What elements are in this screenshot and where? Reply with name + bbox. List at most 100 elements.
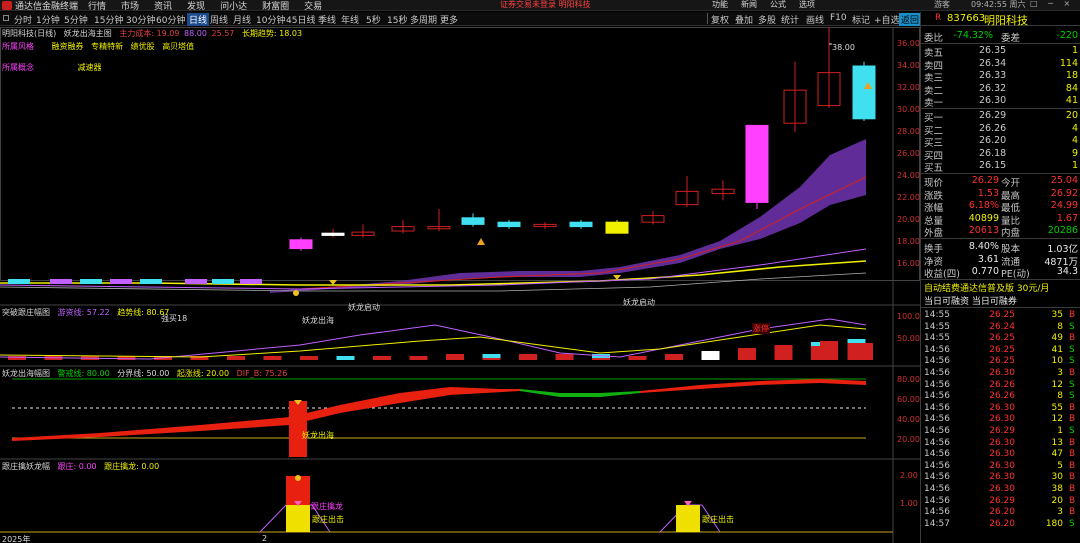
- period-60min[interactable]: 60分钟: [156, 13, 185, 26]
- promo-line[interactable]: 自动结费通达信普及版 30元/月: [924, 281, 1049, 294]
- tool-duogu[interactable]: 多股: [758, 13, 776, 26]
- bid-volume: 20: [1065, 110, 1078, 121]
- panel4-l2: 跟庄擒龙: 0.00: [104, 462, 160, 471]
- tick-side: S: [1069, 518, 1075, 529]
- tick-volume: 30: [1051, 472, 1063, 483]
- ask-row: 卖一 26.30 41: [921, 95, 1080, 109]
- tool-diejia[interactable]: 叠加: [735, 13, 753, 26]
- p2-bar: [665, 354, 683, 360]
- ask-volume: 84: [1065, 82, 1078, 94]
- divider: [921, 238, 1080, 239]
- tick-price: 26.30: [989, 484, 1015, 494]
- margin-line: 当日可融资 当日可融券: [924, 297, 1017, 307]
- period-15sec[interactable]: 15秒: [387, 13, 407, 26]
- tick-row: 14:55 26.25 35 B: [921, 310, 1080, 321]
- period-year[interactable]: 年线: [341, 13, 359, 26]
- tick-volume: 20: [1051, 495, 1063, 506]
- period-weekly[interactable]: 周线: [210, 13, 228, 26]
- menu-item-caifuquan[interactable]: 财富圈: [262, 0, 289, 12]
- menu-item-gongneng[interactable]: 功能: [712, 0, 728, 10]
- menu-item-shichang[interactable]: 市场: [121, 0, 139, 12]
- tag-style-label: 所属风格: [2, 42, 34, 51]
- menu-item-xinwen[interactable]: 新闻: [741, 0, 757, 10]
- bid-volume: 1: [1071, 160, 1078, 172]
- ask-price: 26.34: [979, 57, 1007, 69]
- candle-body: [497, 221, 521, 228]
- period-monthly[interactable]: 月线: [233, 13, 251, 26]
- main-chart-layer: [0, 22, 876, 296]
- tick-volume: 180: [1045, 518, 1063, 529]
- tool-f10[interactable]: F10: [830, 13, 847, 23]
- tick-time: 14:56: [924, 484, 950, 494]
- tick-time: 14:56: [924, 344, 950, 355]
- chart-area[interactable]: 明阳科技(日线) 妖龙出海主图 主力成本: 19.09 88.00 25.57 …: [0, 22, 920, 543]
- tick-row: 14:56 26.26 12 S: [921, 380, 1080, 391]
- period-15min[interactable]: 15分钟: [94, 13, 123, 26]
- checkbox-icon[interactable]: [3, 15, 9, 21]
- period-30min[interactable]: 30分钟: [126, 13, 155, 26]
- login-notice[interactable]: 证券交易未登录 明阳科技: [500, 0, 591, 10]
- period-fenshi[interactable]: 分时: [14, 13, 32, 26]
- main-line2: 88.00: [184, 29, 207, 38]
- p4-axis-tick: 2.00: [900, 471, 918, 480]
- tick-price: 26.30: [989, 472, 1015, 483]
- ask-row: 卖三 26.33 18: [921, 70, 1080, 84]
- main-menu: 行情 市场 资讯 发现 问小达 财富圈 交易: [88, 0, 337, 12]
- tick-volume: 3: [1057, 507, 1063, 518]
- tool-fuquan[interactable]: 复权: [711, 13, 729, 26]
- indicator-name[interactable]: 妖龙出海主图: [64, 29, 112, 38]
- menu-item-wenxiaoda[interactable]: 问小达: [220, 0, 247, 12]
- panel3-l1: 警戒线: 80.00: [57, 369, 110, 378]
- tick-time: 14:56: [924, 414, 950, 425]
- user-label[interactable]: 游客: [934, 0, 950, 10]
- period-5sec[interactable]: 5秒: [366, 13, 381, 26]
- tool-tongji[interactable]: 统计: [781, 13, 799, 26]
- panel3-name[interactable]: 妖龙出海幅图: [2, 369, 50, 378]
- tool-biaoji[interactable]: 标记: [852, 13, 870, 26]
- tick-side: B: [1069, 472, 1076, 483]
- tick-side: S: [1069, 356, 1075, 367]
- panel2-name[interactable]: 突破跟庄幅图: [2, 308, 50, 317]
- tool-add-favorite[interactable]: +自选: [874, 13, 900, 26]
- period-multi[interactable]: 多周期: [410, 13, 437, 26]
- start-annot-1: 妖龙启动: [348, 303, 380, 312]
- stat-value: 3.61: [977, 253, 999, 265]
- moneybag-icon: [293, 290, 299, 296]
- panel4-name[interactable]: 跟庄擒妖龙幅: [2, 462, 50, 471]
- tick-volume: 47: [1051, 449, 1063, 460]
- tick-price: 26.29: [989, 495, 1015, 506]
- panel4-header: 跟庄擒妖龙幅 跟庄: 0.00 跟庄擒龙: 0.00: [2, 461, 164, 472]
- tick-price: 26.30: [989, 437, 1015, 448]
- period-10min[interactable]: 10分钟: [256, 13, 285, 26]
- candle: [50, 279, 72, 284]
- menu-item-zixun[interactable]: 资讯: [154, 0, 172, 12]
- menu-item-hangqing[interactable]: 行情: [88, 0, 106, 12]
- tick-price: 26.24: [989, 321, 1015, 332]
- weibi-label: 委比: [924, 33, 944, 44]
- period-more[interactable]: 更多: [440, 13, 458, 26]
- tick-time: 14:55: [924, 321, 950, 332]
- p2-bar: [227, 356, 245, 360]
- period-5min[interactable]: 5分钟: [64, 13, 88, 26]
- tick-row: 14:56 26.30 30 B: [921, 472, 1080, 483]
- tick-volume: 10: [1051, 356, 1063, 367]
- tool-back[interactable]: 返回: [899, 13, 922, 26]
- period-daily[interactable]: 日线: [187, 13, 210, 26]
- menu-item-faxian[interactable]: 发现: [187, 0, 205, 12]
- tick-price: 26.30: [989, 460, 1015, 471]
- period-quarter[interactable]: 季线: [318, 13, 336, 26]
- tick-row: 14:56 26.30 3 B: [921, 368, 1080, 379]
- window-controls[interactable]: □ ─ ×: [1030, 0, 1074, 8]
- tool-huaxian[interactable]: 画线: [806, 13, 824, 26]
- tick-price: 26.20: [989, 518, 1015, 529]
- menu-item-jiaoyi[interactable]: 交易: [304, 0, 322, 12]
- p2-bar: [774, 345, 793, 360]
- divider: [921, 108, 1080, 109]
- menu-item-xuanxiang[interactable]: 选项: [799, 0, 815, 10]
- quote-title: R 837663 明阳科技: [921, 12, 1080, 27]
- period-1min[interactable]: 1分钟: [36, 13, 60, 26]
- menu-item-gongshi[interactable]: 公式: [770, 0, 786, 10]
- period-45day[interactable]: 45日线: [286, 13, 315, 26]
- clock: 09:42:55 周六: [971, 0, 1026, 9]
- stat-value: 6.18%: [968, 200, 999, 212]
